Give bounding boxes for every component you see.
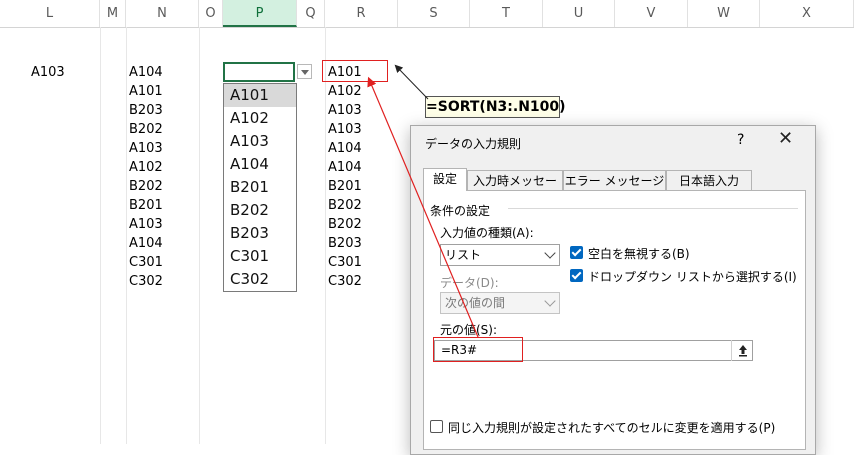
tab-settings[interactable]: 設定 (423, 168, 467, 191)
callout-pointer (394, 64, 429, 100)
annotation-arrows (367, 64, 479, 338)
red-arrow (367, 76, 479, 338)
